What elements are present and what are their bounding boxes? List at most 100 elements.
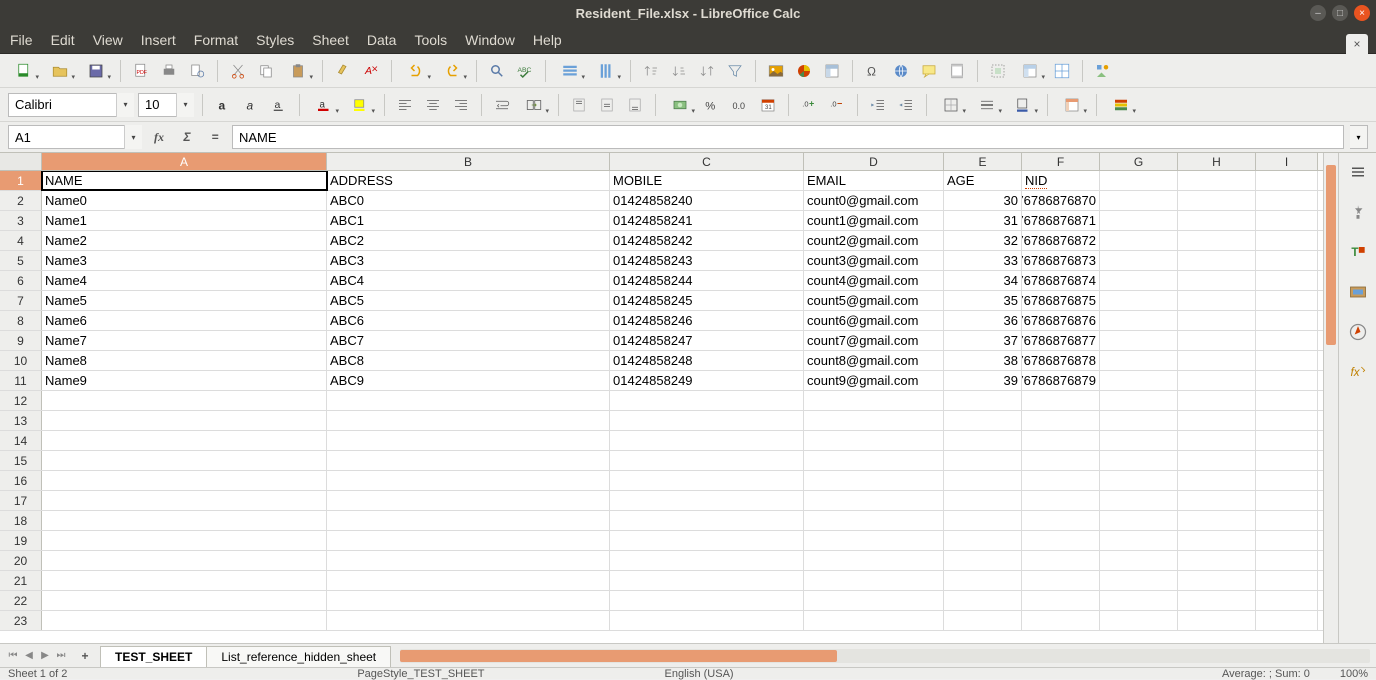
formula-input[interactable] [232, 125, 1344, 149]
column-header-c[interactable]: C [610, 153, 804, 170]
show-draw-functions-button[interactable] [1091, 59, 1115, 83]
cell[interactable]: Name8 [42, 351, 327, 370]
menu-window[interactable]: Window [465, 32, 515, 48]
cell[interactable] [1256, 391, 1318, 410]
sort-asc-button[interactable] [639, 59, 663, 83]
function-wizard-button[interactable]: fx [148, 126, 170, 148]
clear-formatting-button[interactable]: A [359, 59, 383, 83]
row-header[interactable]: 12 [0, 391, 42, 410]
cell[interactable] [1022, 451, 1100, 470]
cell[interactable] [1100, 591, 1178, 610]
font-size-combo[interactable]: ▾ [138, 93, 194, 117]
cell[interactable]: ABC0 [327, 191, 610, 210]
cell[interactable] [1256, 531, 1318, 550]
column-header-i[interactable]: I [1256, 153, 1318, 170]
row-header[interactable]: 22 [0, 591, 42, 610]
cell[interactable] [1256, 351, 1318, 370]
new-document-button[interactable]: ▾ [8, 59, 40, 83]
cell[interactable] [804, 491, 944, 510]
column-header-d[interactable]: D [804, 153, 944, 170]
horizontal-scrollbar[interactable] [400, 649, 1370, 663]
cell[interactable] [1100, 171, 1178, 190]
border-style-button[interactable]: ▾ [971, 93, 1003, 117]
cell[interactable] [42, 591, 327, 610]
cell[interactable]: 86876786876872 [1022, 231, 1100, 250]
cell[interactable]: 01424858248 [610, 351, 804, 370]
cell[interactable] [42, 391, 327, 410]
export-pdf-button[interactable]: PDF [129, 59, 153, 83]
cell[interactable]: count9@gmail.com [804, 371, 944, 390]
cell[interactable] [327, 471, 610, 490]
cell[interactable] [42, 511, 327, 530]
date-format-button[interactable]: 31 [756, 93, 780, 117]
cell[interactable] [327, 391, 610, 410]
cell[interactable] [1022, 531, 1100, 550]
row-header[interactable]: 9 [0, 331, 42, 350]
cell[interactable] [1256, 231, 1318, 250]
cell[interactable] [1100, 451, 1178, 470]
cell[interactable] [1178, 191, 1256, 210]
cell[interactable]: 86876786876877 [1022, 331, 1100, 350]
cell[interactable] [1022, 471, 1100, 490]
cell[interactable] [42, 571, 327, 590]
cell[interactable] [1178, 291, 1256, 310]
cell[interactable] [327, 571, 610, 590]
cell[interactable] [1100, 271, 1178, 290]
column-header-b[interactable]: B [327, 153, 610, 170]
sidebar-styles-icon[interactable]: T [1345, 239, 1371, 265]
cell[interactable]: 01424858245 [610, 291, 804, 310]
cell[interactable] [1178, 251, 1256, 270]
row-header[interactable]: 20 [0, 551, 42, 570]
sheet-tab-1[interactable]: List_reference_hidden_sheet [206, 646, 391, 667]
cell[interactable] [1100, 391, 1178, 410]
menu-insert[interactable]: Insert [141, 32, 176, 48]
tab-next-button[interactable]: ▶ [38, 650, 52, 661]
cell[interactable] [327, 411, 610, 430]
cell[interactable] [1178, 351, 1256, 370]
cell[interactable] [1256, 251, 1318, 270]
menu-tools[interactable]: Tools [414, 32, 447, 48]
cell[interactable]: ABC5 [327, 291, 610, 310]
wrap-text-button[interactable] [490, 93, 514, 117]
cell[interactable]: Name2 [42, 231, 327, 250]
autofilter-button[interactable] [723, 59, 747, 83]
cell[interactable] [1178, 551, 1256, 570]
cell[interactable] [804, 471, 944, 490]
borders-button[interactable]: ▾ [935, 93, 967, 117]
menu-help[interactable]: Help [533, 32, 562, 48]
cell[interactable] [1100, 251, 1178, 270]
cell[interactable] [804, 571, 944, 590]
cell[interactable]: 32 [944, 231, 1022, 250]
cell[interactable] [1256, 451, 1318, 470]
cell[interactable]: count2@gmail.com [804, 231, 944, 250]
cell[interactable]: count5@gmail.com [804, 291, 944, 310]
minimize-button[interactable]: – [1310, 5, 1326, 21]
split-window-button[interactable] [1050, 59, 1074, 83]
cell[interactable]: 86876786876875 [1022, 291, 1100, 310]
cell[interactable] [944, 611, 1022, 630]
cell[interactable] [1022, 591, 1100, 610]
row-header[interactable]: 10 [0, 351, 42, 370]
cell[interactable]: NID [1022, 171, 1100, 190]
cell[interactable] [327, 491, 610, 510]
underline-button[interactable]: a [267, 93, 291, 117]
copy-button[interactable] [254, 59, 278, 83]
cell[interactable] [1256, 171, 1318, 190]
align-center-button[interactable] [421, 93, 445, 117]
cell[interactable]: count7@gmail.com [804, 331, 944, 350]
sidebar-properties-icon[interactable] [1345, 199, 1371, 225]
cell[interactable]: ABC6 [327, 311, 610, 330]
cell[interactable] [1256, 331, 1318, 350]
cell[interactable] [1178, 511, 1256, 530]
cell[interactable] [1022, 391, 1100, 410]
italic-button[interactable]: a [239, 93, 263, 117]
insert-comment-button[interactable] [917, 59, 941, 83]
open-button[interactable]: ▾ [44, 59, 76, 83]
cell[interactable] [1256, 191, 1318, 210]
highlight-color-button[interactable]: ▾ [344, 93, 376, 117]
row-header[interactable]: 13 [0, 411, 42, 430]
cell[interactable] [804, 411, 944, 430]
save-button[interactable]: ▾ [80, 59, 112, 83]
cell[interactable] [1100, 611, 1178, 630]
insert-chart-button[interactable] [792, 59, 816, 83]
